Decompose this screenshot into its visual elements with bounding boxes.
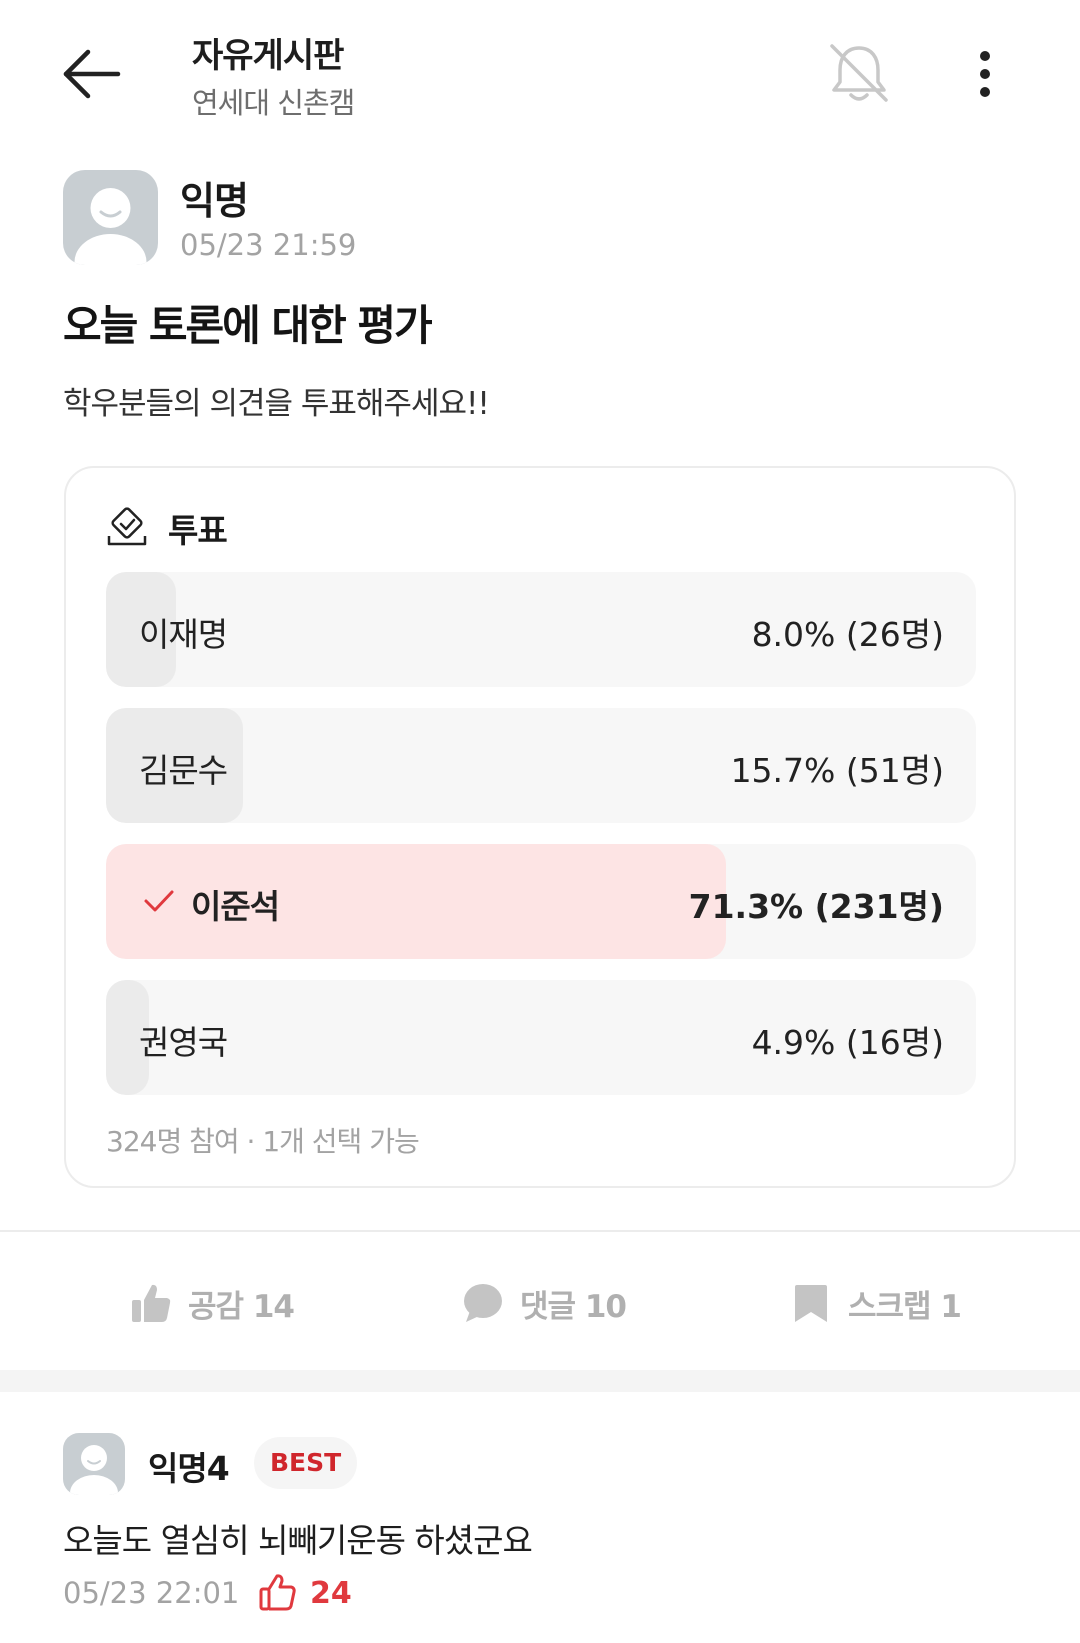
avatar bbox=[63, 170, 158, 265]
comment-like-count: 24 bbox=[310, 1576, 352, 1611]
poll-option-result: 4.9% (16명) bbox=[751, 1023, 944, 1062]
post-title: 오늘 토론에 대한 평가 bbox=[63, 301, 433, 350]
more-vertical-icon[interactable] bbox=[960, 44, 1010, 104]
comment-button[interactable]: 댓글 10 bbox=[462, 1278, 627, 1328]
like-button[interactable]: 공감 14 bbox=[130, 1278, 295, 1328]
poll-option-name: 권영국 bbox=[139, 1023, 228, 1062]
thumbs-up-outline-icon[interactable] bbox=[258, 1572, 298, 1612]
best-badge: BEST bbox=[254, 1437, 358, 1489]
bell-off-icon[interactable] bbox=[826, 40, 892, 106]
like-label: 공감 14 bbox=[188, 1288, 295, 1325]
poll-card: 투표 이재명 8.0% (26명) 김문수 15.7% (51명) 이준석 71… bbox=[64, 466, 1016, 1188]
comment-author: 익명4 bbox=[148, 1449, 230, 1488]
thumbs-up-icon bbox=[132, 1284, 171, 1322]
poll-option[interactable]: 김문수 15.7% (51명) bbox=[106, 708, 976, 823]
poll-option-selected[interactable]: 이준석 71.3% (231명) bbox=[106, 844, 976, 959]
comment-timestamp: 05/23 22:01 bbox=[63, 1576, 240, 1610]
top-bar: 자유게시판 연세대 신촌캠 bbox=[0, 0, 1080, 150]
board-title: 자유게시판 bbox=[192, 36, 344, 76]
scrap-button[interactable]: 스크랩 1 bbox=[790, 1278, 962, 1328]
poll-label: 투표 bbox=[168, 511, 228, 550]
comment-body: 오늘도 열심히 뇌빼기운동 하셨군요 bbox=[63, 1521, 533, 1560]
poll-option-result: 71.3% (231명) bbox=[688, 887, 944, 926]
post-body: 학우분들의 의견을 투표해주세요!! bbox=[63, 386, 490, 422]
comment-avatar bbox=[63, 1433, 125, 1495]
section-divider bbox=[0, 1370, 1080, 1392]
ballot-box-icon bbox=[106, 506, 148, 548]
speech-bubble-icon bbox=[464, 1284, 502, 1322]
bookmark-icon bbox=[795, 1285, 827, 1322]
poll-option-name: 김문수 bbox=[139, 751, 228, 790]
back-arrow-icon[interactable] bbox=[60, 44, 130, 104]
board-subtitle: 연세대 신촌캠 bbox=[192, 86, 355, 120]
poll-footer: 324명 참여 · 1개 선택 가능 bbox=[106, 1125, 420, 1158]
poll-option-name: 이준석 bbox=[191, 887, 280, 926]
comment-label: 댓글 10 bbox=[520, 1288, 627, 1325]
post-author: 익명 bbox=[180, 179, 249, 223]
scrap-label: 스크랩 1 bbox=[848, 1288, 962, 1325]
poll-option-result: 15.7% (51명) bbox=[730, 751, 944, 790]
poll-option-name: 이재명 bbox=[139, 615, 228, 654]
divider bbox=[0, 1230, 1080, 1232]
post-timestamp: 05/23 21:59 bbox=[180, 228, 357, 262]
poll-option[interactable]: 이재명 8.0% (26명) bbox=[106, 572, 976, 687]
poll-option[interactable]: 권영국 4.9% (16명) bbox=[106, 980, 976, 1095]
check-icon bbox=[142, 884, 176, 918]
poll-option-result: 8.0% (26명) bbox=[751, 615, 944, 654]
